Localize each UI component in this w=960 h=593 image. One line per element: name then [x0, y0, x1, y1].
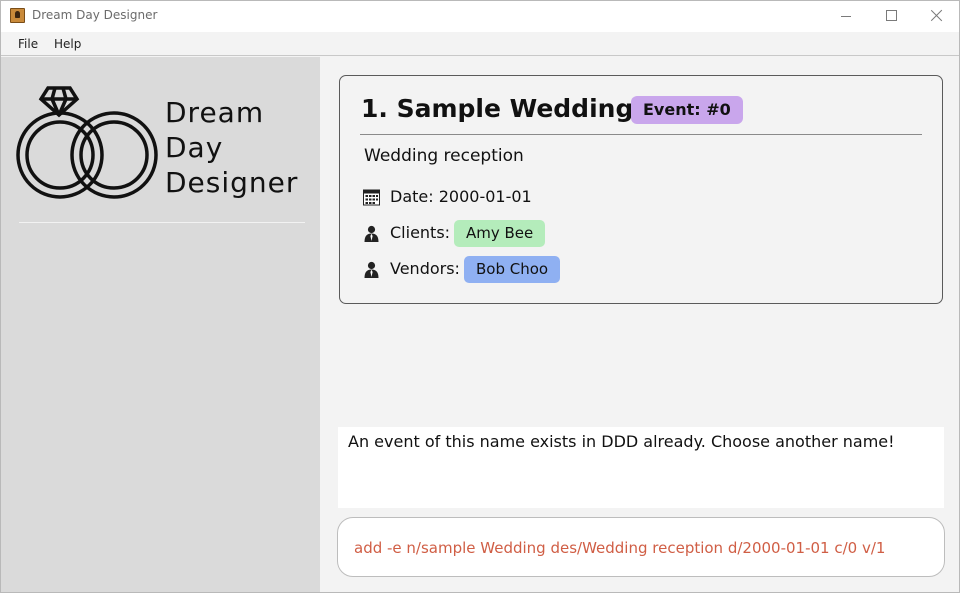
logo-line-1: Dream: [165, 96, 265, 129]
calendar-icon: [363, 189, 380, 206]
vendor-tag[interactable]: Bob Choo: [464, 256, 561, 283]
result-message: An event of this name exists in DDD alre…: [348, 432, 895, 451]
logo-line-2: Day: [165, 131, 224, 164]
event-date: Date: 2000-01-01: [390, 187, 532, 206]
command-text: add -e n/sample Wedding des/Wedding rece…: [354, 539, 886, 557]
app-window: Dream Day Designer File Help Dream Day D…: [0, 0, 960, 593]
sidebar-divider: [19, 222, 305, 223]
client-tag[interactable]: Amy Bee: [454, 220, 546, 247]
command-input[interactable]: add -e n/sample Wedding des/Wedding rece…: [337, 517, 945, 577]
menu-bar: File Help: [1, 32, 959, 56]
window-title: Dream Day Designer: [32, 8, 158, 22]
app-icon: [10, 8, 25, 23]
event-card[interactable]: 1. Sample Wedding Event: #0 Wedding rece…: [339, 75, 943, 304]
minimize-icon: [841, 16, 851, 17]
maximize-button[interactable]: [868, 1, 914, 32]
sidebar: Dream Day Designer: [1, 57, 320, 592]
logo-wordmark: Dream Day Designer: [165, 95, 298, 200]
person-icon: [364, 261, 379, 278]
close-button[interactable]: [913, 1, 959, 32]
vendors-label: Vendors:: [390, 259, 460, 278]
wedding-rings-logo-icon: [16, 86, 158, 199]
logo-line-3: Designer: [165, 166, 299, 199]
minimize-button[interactable]: [823, 1, 869, 32]
menu-help[interactable]: Help: [54, 37, 81, 51]
event-id-badge: Event: #0: [631, 96, 743, 124]
close-icon: [931, 9, 943, 21]
card-divider: [360, 134, 922, 135]
person-icon: [364, 225, 379, 242]
maximize-icon: [886, 10, 897, 21]
event-title: 1. Sample Wedding: [361, 94, 634, 123]
event-description: Wedding reception: [364, 146, 524, 166]
title-bar: Dream Day Designer: [1, 1, 959, 32]
result-display[interactable]: An event of this name exists in DDD alre…: [338, 427, 944, 508]
menu-file[interactable]: File: [18, 37, 38, 51]
clients-label: Clients:: [390, 223, 451, 242]
